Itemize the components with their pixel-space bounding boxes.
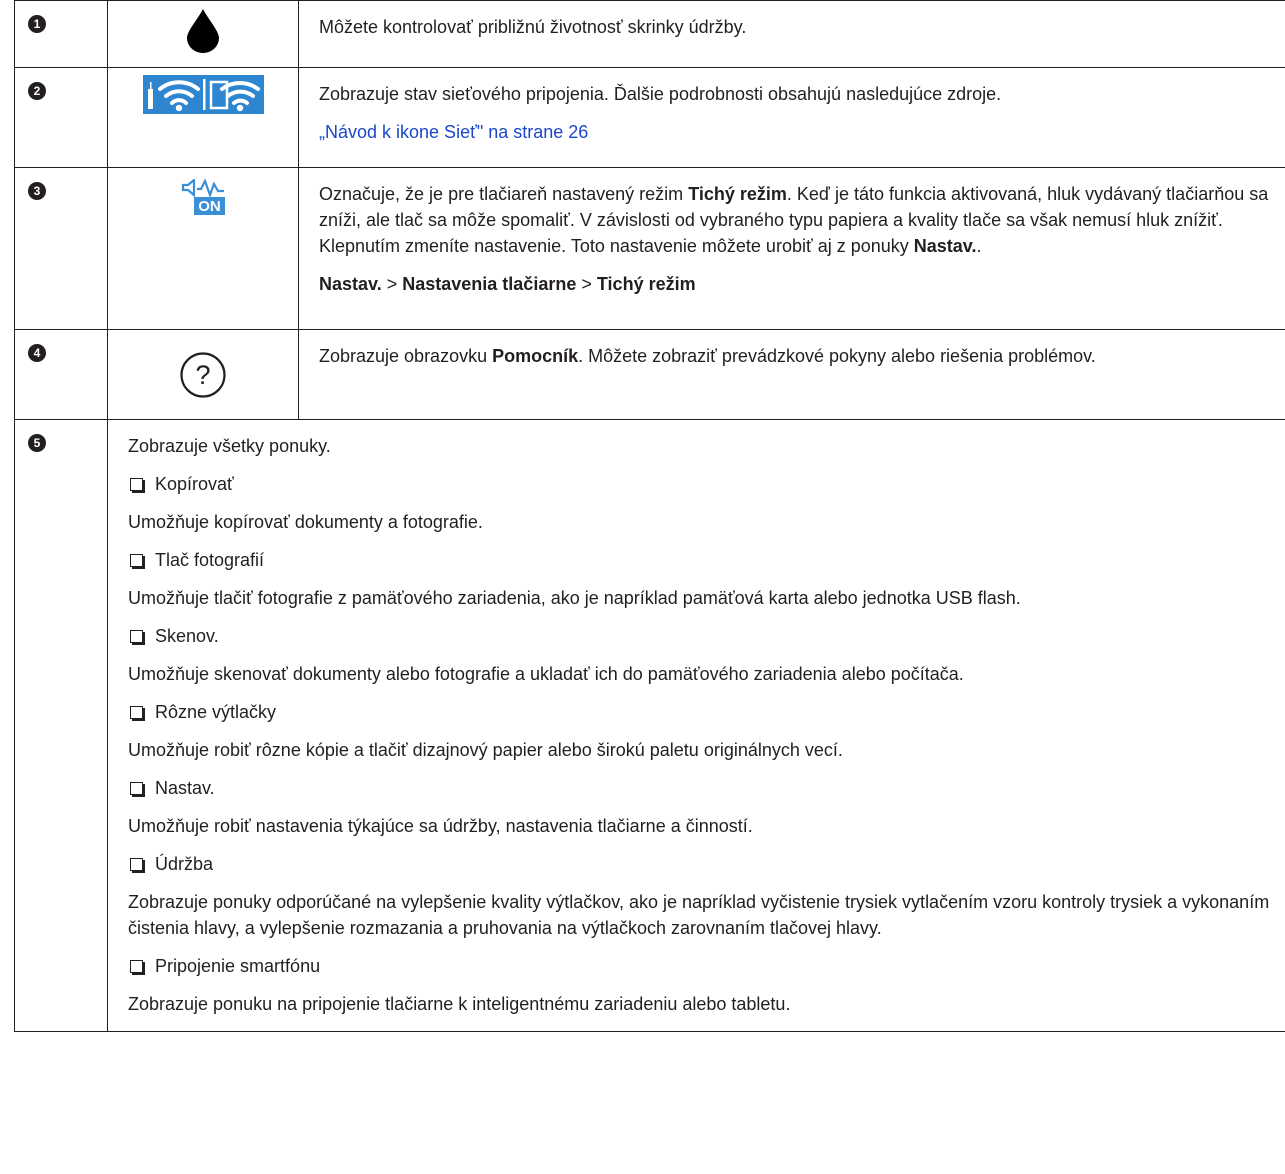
checkbox-bullet-icon bbox=[130, 705, 143, 719]
row-description: Zobrazuje stav sieťového pripojenia. Ďal… bbox=[319, 84, 1002, 104]
row-number-badge: 1 bbox=[28, 15, 46, 33]
description-text: Zobrazuje obrazovku bbox=[319, 346, 493, 366]
row-number-cell: 5 bbox=[14, 419, 108, 1032]
list-item-description: Zobrazuje ponuku na pripojenie tlačiarne… bbox=[128, 994, 791, 1014]
list-item-description: Umožňuje skenovať dokumenty alebo fotogr… bbox=[128, 664, 964, 684]
table-row: 1 Môžete kontrolovať približnú životnosť… bbox=[14, 0, 1285, 68]
help-term: Pomocník bbox=[492, 346, 579, 366]
menu-intro: Zobrazuje všetky ponuky. bbox=[128, 436, 331, 456]
list-item-label: Nastav. bbox=[155, 778, 215, 798]
menu-path-separator: > bbox=[386, 274, 398, 294]
quiet-mode-on-icon: ON bbox=[181, 177, 225, 215]
list-item: Pripojenie smartfónu Zobrazuje ponuku na … bbox=[128, 953, 1285, 1017]
table-row: 5 Zobrazuje všetky ponuky. Kopírovať Umož… bbox=[14, 419, 1285, 1032]
list-item-title: Skenov. bbox=[128, 623, 1285, 649]
description-text: Označuje, že je pre tlačiareň nastavený … bbox=[319, 184, 689, 204]
menu-path-item: Nastav. bbox=[319, 274, 382, 294]
list-item-label: Pripojenie smartfónu bbox=[155, 956, 321, 976]
list-item: Kopírovať Umožňuje kopírovať dokumenty a … bbox=[128, 471, 1285, 535]
icon-cell bbox=[107, 67, 299, 168]
checkbox-bullet-icon bbox=[130, 629, 143, 643]
menu-path-item: Nastavenia tlačiarne bbox=[402, 274, 577, 294]
quiet-mode-term: Tichý režim bbox=[688, 184, 787, 204]
list-item: Tlač fotografií Umožňuje tlačiť fotografi… bbox=[128, 547, 1285, 611]
row-number-badge: 5 bbox=[28, 434, 46, 452]
ink-drop-icon bbox=[187, 9, 219, 53]
description-text: . bbox=[976, 236, 982, 256]
list-item: Nastav. Umožňuje robiť nastavenia týkajúc… bbox=[128, 775, 1285, 839]
help-question-mark: ? bbox=[195, 360, 210, 390]
list-item: Skenov. Umožňuje skenovať dokumenty alebo… bbox=[128, 623, 1285, 687]
network-status-icon bbox=[142, 75, 264, 114]
checkbox-bullet-icon bbox=[130, 477, 143, 491]
row-description: Označuje, že je pre tlačiareň nastavený … bbox=[319, 177, 1285, 259]
control-panel-table: 1 Môžete kontrolovať približnú životnosť… bbox=[14, 0, 1285, 1032]
row-number-cell: 3 bbox=[14, 167, 108, 330]
list-item: Rôzne výtlačky Umožňuje robiť rôzne kópie… bbox=[128, 699, 1285, 763]
row-description: Zobrazuje obrazovku Pomocník. Môžete zob… bbox=[319, 339, 1285, 369]
list-item-label: Tlač fotografií bbox=[155, 550, 265, 570]
list-item-title: Rôzne výtlačky bbox=[128, 699, 1285, 725]
row-description: Môžete kontrolovať približnú životnosť s… bbox=[319, 17, 747, 37]
row-number-cell: 1 bbox=[14, 0, 108, 68]
list-item-description: Umožňuje robiť rôzne kópie a tlačiť diza… bbox=[128, 740, 843, 760]
list-item-description: Zobrazuje ponuky odporúčané na vylepšeni… bbox=[128, 892, 1270, 938]
list-item-label: Údržba bbox=[155, 854, 214, 874]
row-number-badge: 4 bbox=[28, 344, 46, 362]
description-cell: Zobrazuje obrazovku Pomocník. Môžete zob… bbox=[298, 329, 1285, 420]
menu-list-cell: Zobrazuje všetky ponuky. Kopírovať Umožňu… bbox=[107, 419, 1285, 1032]
list-item-title: Kopírovať bbox=[128, 471, 1285, 497]
checkbox-bullet-icon bbox=[130, 857, 143, 871]
row-number-badge: 3 bbox=[28, 182, 46, 200]
list-item-title: Údržba bbox=[128, 851, 1285, 877]
link-text[interactable]: „Návod k ikone Sieť" na strane 26 bbox=[319, 122, 588, 142]
list-item-description: Umožňuje kopírovať dokumenty a fotografi… bbox=[128, 512, 483, 532]
checkbox-bullet-icon bbox=[130, 553, 143, 567]
list-item-title: Nastav. bbox=[128, 775, 1285, 801]
icon-cell: ON bbox=[107, 167, 299, 330]
description-cell: Označuje, že je pre tlačiareň nastavený … bbox=[298, 167, 1285, 330]
icon-cell bbox=[107, 0, 299, 68]
list-item: Údržba Zobrazuje ponuky odporúčané na vyl… bbox=[128, 851, 1285, 941]
list-item-title: Pripojenie smartfónu bbox=[128, 953, 1285, 979]
menu-list: Kopírovať Umožňuje kopírovať dokumenty a … bbox=[128, 471, 1285, 1017]
network-guide-link[interactable]: „Návod k ikone Sieť" na strane 26 bbox=[319, 119, 1285, 145]
settings-term: Nastav. bbox=[913, 236, 977, 256]
checkbox-bullet-icon bbox=[130, 781, 143, 795]
icon-cell: ? bbox=[107, 329, 299, 420]
description-cell: Môžete kontrolovať približnú životnosť s… bbox=[298, 0, 1285, 68]
description-text: . Môžete zobraziť prevádzkové pokyny ale… bbox=[578, 346, 1096, 366]
quiet-mode-on-label: ON bbox=[198, 198, 221, 215]
row-number-cell: 2 bbox=[14, 67, 108, 168]
menu-path: Nastav. > Nastavenia tlačiarne > Tichý r… bbox=[319, 271, 1285, 297]
list-item-label: Rôzne výtlačky bbox=[155, 702, 277, 722]
list-item-label: Kopírovať bbox=[155, 474, 234, 494]
table-row: 3 ON Označuje, že je pre tlačiareň nasta… bbox=[14, 167, 1285, 330]
table-row: 2 Zobrazuje stav sieťového pripojenia. Ď… bbox=[14, 67, 1285, 168]
list-item-description: Umožňuje robiť nastavenia týkajúce sa úd… bbox=[128, 816, 753, 836]
menu-path-item: Tichý režim bbox=[596, 274, 696, 294]
table-row: 4 ? Zobrazuje obrazovku Pomocník. Môžete… bbox=[14, 329, 1285, 420]
list-item-label: Skenov. bbox=[155, 626, 219, 646]
help-question-icon: ? bbox=[180, 352, 226, 398]
description-cell: Zobrazuje stav sieťového pripojenia. Ďal… bbox=[298, 67, 1285, 168]
list-item-title: Tlač fotografií bbox=[128, 547, 1285, 573]
checkbox-bullet-icon bbox=[130, 959, 143, 973]
row-number-badge: 2 bbox=[28, 82, 46, 100]
menu-path-separator: > bbox=[581, 274, 592, 294]
list-item-description: Umožňuje tlačiť fotografie z pamäťového … bbox=[128, 588, 1021, 608]
row-number-cell: 4 bbox=[14, 329, 108, 420]
